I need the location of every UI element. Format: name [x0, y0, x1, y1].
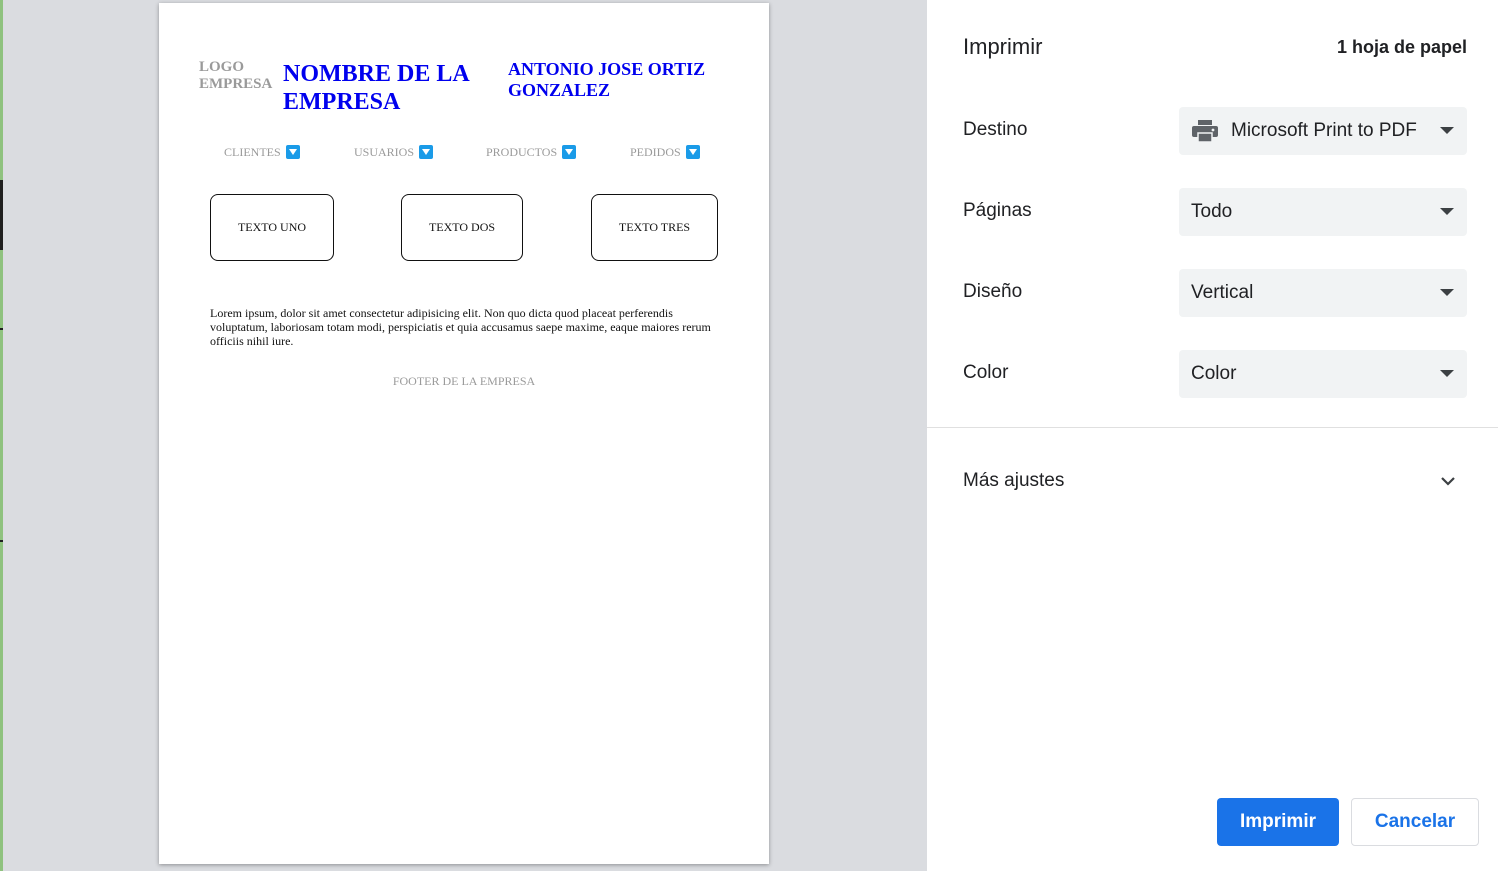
dropdown-arrow-icon: [285, 145, 300, 159]
document-box-label: TEXTO TRES: [618, 220, 691, 234]
document-nav-item: PRODUCTOS: [486, 144, 577, 160]
background-window-edge: [0, 0, 3, 871]
color-value: Color: [1191, 363, 1237, 384]
document-nav-item: USUARIOS: [354, 144, 434, 160]
print-button[interactable]: Imprimir: [1217, 798, 1339, 846]
document-nav-item: CLIENTES: [224, 144, 300, 160]
preview-page: LOGO EMPRESA NOMBRE DE LA EMPRESA ANTONI…: [159, 3, 769, 864]
dropdown-arrow-icon: [562, 145, 577, 159]
document-text-box: TEXTO TRES: [591, 194, 718, 261]
document-footer: FOOTER DE LA EMPRESA: [392, 374, 536, 388]
document-nav-label: USUARIOS: [354, 145, 415, 159]
pages-value: Todo: [1191, 201, 1233, 222]
more-settings-toggle[interactable]: Más ajustes: [927, 458, 1498, 506]
document-box-label: TEXTO DOS: [428, 220, 496, 234]
dropdown-arrow-icon: [1440, 370, 1454, 377]
print-dialog-title: Imprimir: [963, 34, 1043, 59]
layout-label: Diseño: [963, 281, 1023, 302]
edge-mark: [0, 328, 3, 330]
chevron-down-icon: [1441, 477, 1455, 486]
edge-mark: [0, 540, 3, 542]
dropdown-arrow-icon: [1440, 289, 1454, 296]
color-label: Color: [963, 362, 1009, 383]
destination-value: Microsoft Print to PDF: [1231, 120, 1417, 141]
document-nav-label: PEDIDOS: [630, 145, 681, 159]
dropdown-arrow-icon: [419, 145, 434, 159]
divider: [927, 427, 1498, 428]
document-author: ANTONIO JOSE ORTIZ GONZALEZ: [508, 59, 706, 100]
print-preview-area: LOGO EMPRESA NOMBRE DE LA EMPRESA ANTONI…: [0, 0, 927, 871]
sheet-count: 1 hoja de papel: [1336, 37, 1467, 57]
printer-icon: [1192, 120, 1218, 143]
cancel-button[interactable]: Cancelar: [1351, 798, 1479, 846]
document-nav-label: CLIENTES: [224, 145, 281, 159]
document-nav-item: PEDIDOS: [630, 144, 700, 160]
document-text-box: TEXTO UNO: [210, 194, 334, 261]
layout-select[interactable]: Vertical: [1179, 269, 1467, 317]
pages-select[interactable]: Todo: [1179, 188, 1467, 236]
layout-value: Vertical: [1191, 282, 1254, 303]
more-settings-label: Más ajustes: [963, 470, 1065, 491]
dropdown-arrow-icon: [1440, 208, 1454, 215]
document-logo: LOGO EMPRESA: [199, 59, 273, 92]
document-text-box: TEXTO DOS: [401, 194, 523, 261]
edge-mark: [0, 180, 3, 250]
document-nav: CLIENTES USUARIOS PRODUCTOS PEDIDOS: [159, 144, 769, 164]
dropdown-arrow-icon: [1440, 127, 1454, 134]
document-company-name: NOMBRE DE LA EMPRESA: [283, 61, 469, 115]
destination-label: Destino: [963, 119, 1028, 140]
document-nav-label: PRODUCTOS: [486, 145, 558, 159]
pages-label: Páginas: [963, 200, 1032, 221]
document-box-label: TEXTO UNO: [237, 220, 307, 234]
print-settings-panel: Imprimir 1 hoja de papel Destino Microso…: [927, 0, 1498, 871]
color-select[interactable]: Color: [1179, 350, 1467, 398]
destination-select[interactable]: Microsoft Print to PDF: [1179, 107, 1467, 155]
document-paragraph: Lorem ipsum, dolor sit amet consectetur …: [210, 306, 711, 348]
dropdown-arrow-icon: [685, 145, 700, 159]
